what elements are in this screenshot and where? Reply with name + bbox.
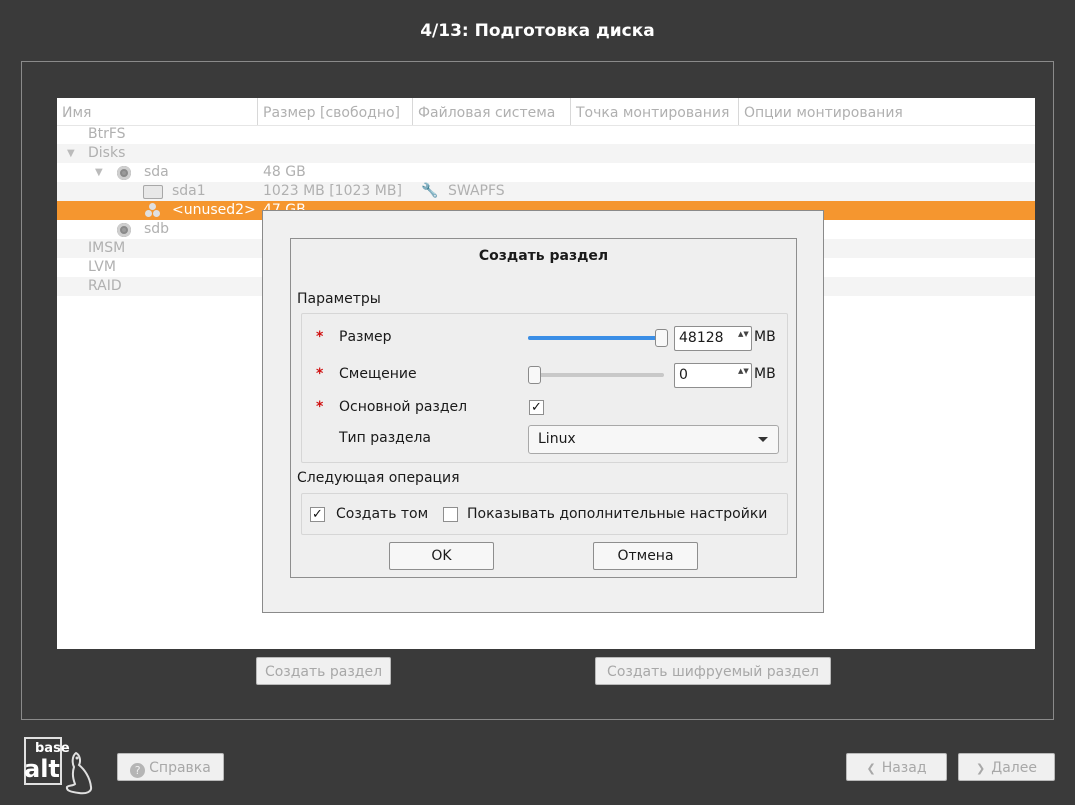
- tree-row-btrfs[interactable]: BtrFS: [57, 125, 1035, 144]
- spin-arrows-icon[interactable]: ▲▼: [738, 330, 749, 338]
- tree-row-disks[interactable]: ▼ Disks: [57, 144, 1035, 163]
- disk-icon: [117, 223, 131, 237]
- column-header-filesystem[interactable]: Файловая система: [413, 98, 571, 125]
- row-name: Disks: [88, 145, 126, 161]
- size-value: 48128: [679, 330, 724, 346]
- column-header-size[interactable]: Размер [свободно]: [258, 98, 413, 125]
- help-icon: ?: [130, 763, 146, 778]
- row-name: <unused2>: [172, 202, 256, 218]
- column-header-mount-options[interactable]: Опции монтирования: [739, 98, 1035, 125]
- next-label: Далее: [991, 760, 1037, 776]
- required-mark: *: [316, 399, 324, 415]
- help-button[interactable]: ? Справка: [117, 753, 224, 781]
- create-volume-label[interactable]: Создать том: [336, 506, 428, 522]
- offset-label: Смещение: [339, 366, 417, 382]
- partition-type-select[interactable]: Linux: [528, 425, 779, 454]
- expand-arrow-icon[interactable]: ▼: [95, 163, 103, 182]
- help-label: Справка: [149, 760, 211, 776]
- row-name: RAID: [88, 278, 122, 294]
- show-advanced-label[interactable]: Показывать дополнительные настройки: [467, 506, 767, 522]
- row-name: sda: [144, 164, 169, 180]
- required-mark: *: [316, 366, 324, 382]
- column-header-mountpoint[interactable]: Точка монтирования: [571, 98, 739, 125]
- logo-frame: base alt: [24, 737, 70, 785]
- row-size: 48 GB: [263, 164, 306, 180]
- spin-arrows-icon[interactable]: ▲▼: [738, 367, 749, 375]
- offset-unit: MB: [754, 366, 776, 382]
- partition-type-label: Тип раздела: [339, 430, 431, 446]
- tree-header: Имя Размер [свободно] Файловая система Т…: [57, 98, 1035, 126]
- chevron-right-icon: ❯: [976, 762, 986, 775]
- offset-spinbox[interactable]: 0 ▲▼: [674, 363, 752, 388]
- row-filesystem: SWAPFS: [448, 183, 505, 199]
- column-header-name[interactable]: Имя: [57, 98, 258, 125]
- chevron-left-icon: ❮: [866, 762, 876, 775]
- row-name: LVM: [88, 259, 116, 275]
- disk-icon: [117, 166, 131, 180]
- partition-icon: [143, 185, 163, 199]
- page-title: 4/13: Подготовка диска: [420, 21, 655, 41]
- logo-text-alt: alt: [24, 755, 60, 783]
- size-slider[interactable]: [528, 328, 670, 348]
- offset-slider-track: [528, 373, 664, 377]
- unused-space-icon: [145, 203, 161, 218]
- row-name: IMSM: [88, 240, 126, 256]
- next-operation-label: Следующая операция: [297, 470, 460, 486]
- required-mark: *: [316, 329, 324, 345]
- create-volume-checkbox[interactable]: ✓: [310, 507, 325, 522]
- row-name: BtrFS: [88, 126, 126, 142]
- primary-partition-checkbox[interactable]: ✓: [529, 400, 544, 415]
- params-section-label: Параметры: [297, 291, 381, 307]
- size-unit: MB: [754, 329, 776, 345]
- size-spinbox[interactable]: 48128 ▲▼: [674, 326, 752, 351]
- row-name: sdb: [144, 221, 170, 237]
- size-slider-handle[interactable]: [655, 329, 668, 347]
- offset-slider[interactable]: [528, 365, 670, 385]
- next-operation-groupbox: ✓ Создать том Показывать дополнительные …: [301, 493, 788, 535]
- back-button[interactable]: ❮ Назад: [846, 753, 947, 781]
- offset-slider-handle[interactable]: [528, 366, 541, 384]
- size-slider-fill: [528, 336, 659, 340]
- tree-row-sda[interactable]: ▼ sda 48 GB: [57, 163, 1035, 182]
- create-partition-dialog: Создать раздел Параметры * Размер 48128 …: [290, 238, 797, 578]
- size-label: Размер: [339, 329, 392, 345]
- show-advanced-checkbox[interactable]: [443, 507, 458, 522]
- create-partition-button[interactable]: Создать раздел: [256, 657, 391, 685]
- next-button[interactable]: ❯ Далее: [958, 753, 1055, 781]
- seal-mascot-icon: [65, 751, 93, 795]
- offset-value: 0: [679, 367, 688, 383]
- cancel-button[interactable]: Отмена: [593, 542, 698, 570]
- ok-button[interactable]: OK: [389, 542, 494, 570]
- row-name: sda1: [172, 183, 206, 199]
- create-encrypted-partition-button[interactable]: Создать шифруемый раздел: [595, 657, 831, 685]
- primary-partition-label: Основной раздел: [339, 399, 468, 415]
- back-label: Назад: [881, 760, 927, 776]
- partition-type-value: Linux: [538, 431, 576, 447]
- dialog-title: Создать раздел: [478, 248, 609, 264]
- chevron-down-icon: [758, 437, 768, 442]
- params-groupbox: * Размер 48128 ▲▼ MB * Смещение 0 ▲▼ MB …: [301, 313, 788, 463]
- row-size: 1023 MB [1023 MB]: [263, 183, 402, 199]
- expand-arrow-icon[interactable]: ▼: [67, 144, 75, 163]
- basealt-logo: base alt: [24, 737, 94, 799]
- wrench-icon: 🔧: [421, 183, 439, 199]
- tree-row-sda1[interactable]: sda1 1023 MB [1023 MB] 🔧 SWAPFS: [57, 182, 1035, 201]
